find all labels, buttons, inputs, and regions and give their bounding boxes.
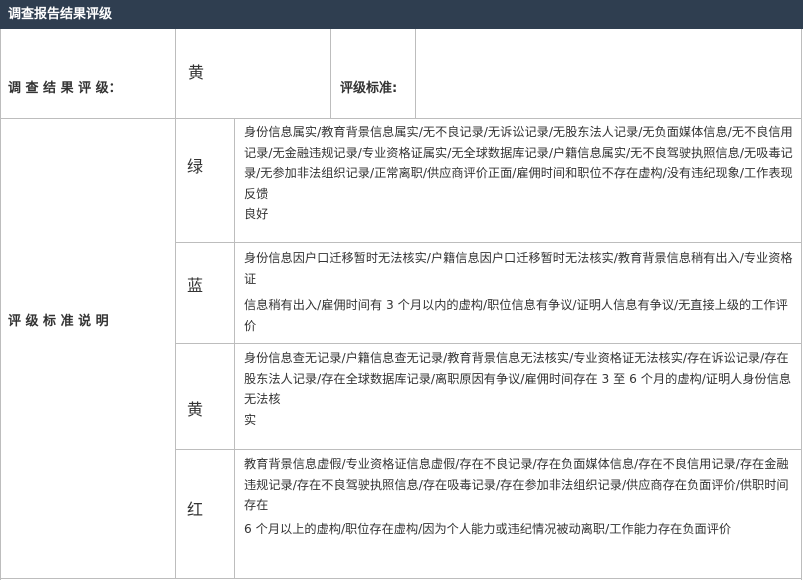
table-bottom-border [0, 578, 802, 579]
description-line: 身份信息因户口迁移暂时无法核实/户籍信息因户口迁移暂时无法核实/教育背景信息稍有… [244, 251, 793, 286]
result-grade-value: 黄 [188, 63, 205, 82]
description-line: 6 个月以上的虚构/职位存在虚构/因为个人能力或违纪情况被动离职/工作能力存在负… [244, 521, 732, 536]
grade-name-blue: 蓝 [187, 276, 204, 295]
standard-label: 评级标准: [340, 81, 398, 96]
table-right-border [801, 29, 802, 580]
grade-description-green: 身份信息属实/教育背景信息属实/无不良记录/无诉讼记录/无股东法人记录/无负面媒… [244, 122, 796, 225]
col-divider-grade-value [330, 29, 331, 119]
col-divider-description [234, 118, 235, 579]
description-line: 教育背景信息虚假/专业资格证信息虚假/存在不良记录/存在负面媒体信息/存在不良信… [244, 457, 789, 512]
description-line: 良好 [244, 207, 269, 221]
description-line: 信息稍有出入/雇佣时间有 3 个月以内的虚构/职位信息有争议/证明人信息有争议/… [244, 298, 788, 333]
standards-label: 评 级 标 准 说 明 [8, 314, 109, 329]
table-left-border [0, 29, 1, 580]
standard-label-cell: 评级标准: [340, 29, 414, 118]
standards-label-cell: 评 级 标 准 说 明 [8, 310, 173, 329]
standard-value-cell[interactable] [416, 29, 801, 118]
col-divider-label [175, 29, 176, 579]
result-label: 调 查 结 果 评 级： [8, 81, 122, 96]
row-divider-yellow [176, 449, 802, 450]
grade-description-red: 教育背景信息虚假/专业资格证信息虚假/存在不良记录/存在负面媒体信息/存在不良信… [244, 454, 796, 539]
description-line: 身份信息查无记录/户籍信息查无记录/教育背景信息无法核实/专业资格证无法核实/存… [244, 351, 792, 406]
row-divider-blue [176, 343, 802, 344]
grade-name-red: 红 [187, 500, 204, 519]
description-line: 身份信息属实/教育背景信息属实/无不良记录/无诉讼记录/无股东法人记录/无负面媒… [244, 125, 793, 201]
description-line: 实 [244, 412, 257, 427]
grade-description-yellow: 身份信息查无记录/户籍信息查无记录/教育背景信息无法核实/专业资格证无法核实/存… [244, 348, 796, 430]
result-label-cell: 调 查 结 果 评 级： [8, 29, 175, 118]
section-title: 调查报告结果评级 [8, 7, 113, 22]
section-header: 调查报告结果评级 [0, 0, 803, 29]
grade-description-blue: 身份信息因户口迁移暂时无法核实/户籍信息因户口迁移暂时无法核实/教育背景信息稍有… [244, 248, 796, 336]
row-divider-green [176, 242, 802, 243]
grade-name-yellow: 黄 [187, 400, 204, 419]
grade-name-green: 绿 [187, 157, 204, 176]
result-grade-cell: 黄 [188, 59, 328, 83]
row-divider-result [0, 118, 802, 119]
